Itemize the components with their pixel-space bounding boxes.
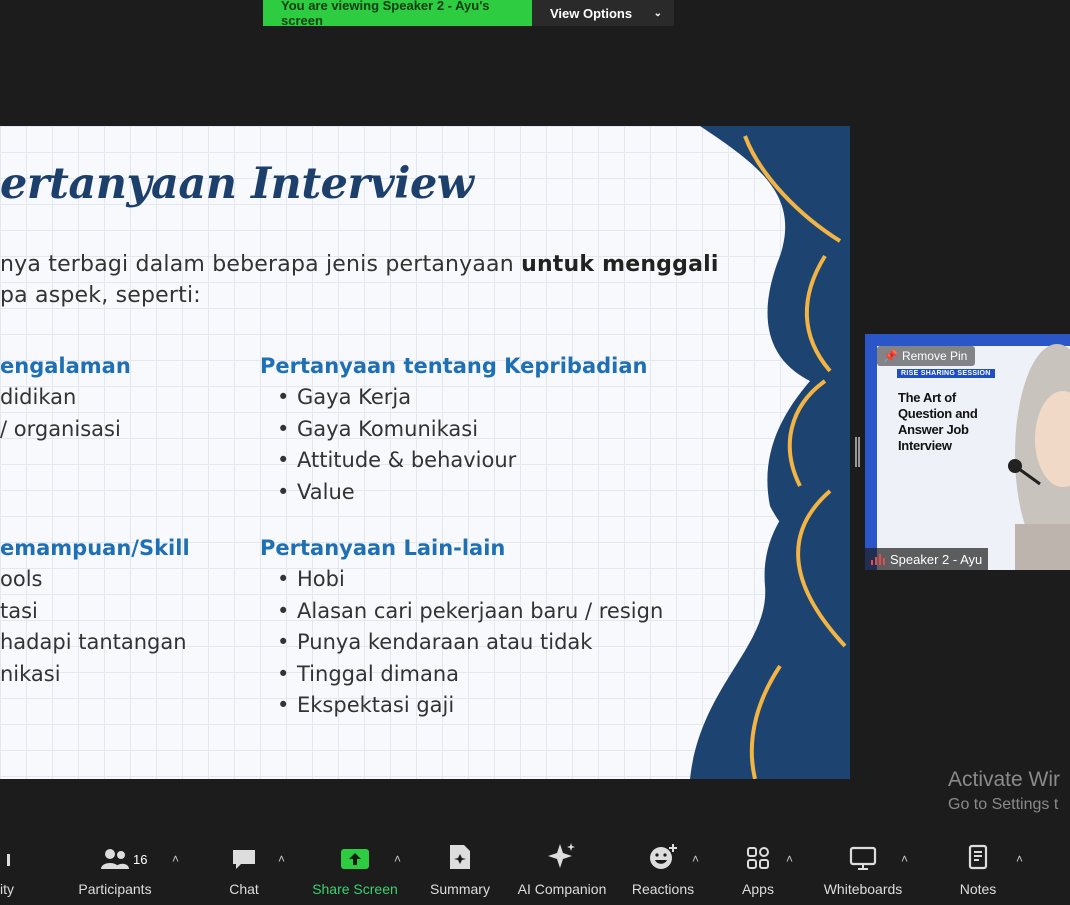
summary-label: Summary bbox=[430, 881, 490, 897]
list-item: nikasi bbox=[0, 661, 61, 686]
list-item: Attitude & behaviour bbox=[277, 445, 516, 477]
session-tag: RISE SHARING SESSION bbox=[897, 369, 995, 378]
apps-icon bbox=[746, 838, 770, 870]
section-title-lain-lain: Pertanyaan Lain-lain bbox=[260, 536, 506, 560]
ai-companion-button[interactable]: AI Companion bbox=[512, 838, 612, 905]
remove-pin-label: Remove Pin bbox=[901, 349, 968, 363]
list-item: Tinggal dimana bbox=[277, 659, 663, 691]
ai-companion-icon bbox=[547, 838, 577, 870]
list-item: Punya kendaraan atau tidak bbox=[277, 627, 663, 659]
toolbar-partial-item[interactable]: ity bbox=[0, 838, 20, 905]
toolbar-partial-label: ity bbox=[0, 881, 14, 897]
viewing-text: You are viewing Speaker 2 - Ayu's screen bbox=[281, 0, 490, 28]
participants-label: Participants bbox=[78, 881, 152, 897]
apps-caret-icon[interactable]: ˄ bbox=[786, 852, 793, 866]
section-list-kemampuan: ools tasi hadapi tantangan nikasi bbox=[0, 564, 187, 690]
reactions-icon bbox=[649, 838, 677, 870]
section-list-pengalaman: didikan / organisasi bbox=[0, 382, 121, 445]
list-item: ools bbox=[0, 567, 43, 591]
chevron-down-icon: ⌄ bbox=[653, 7, 662, 19]
reactions-label: Reactions bbox=[631, 881, 695, 897]
notes-button[interactable]: Notes bbox=[950, 838, 1006, 905]
ai-companion-label: AI Companion bbox=[517, 881, 607, 897]
share-screen-button[interactable]: Share Screen bbox=[310, 838, 400, 905]
share-screen-label: Share Screen bbox=[312, 881, 398, 897]
slide-title: ertanyaan Interview bbox=[0, 159, 474, 209]
list-item: Gaya Kerja bbox=[277, 382, 516, 414]
section-list-lain-lain: Hobi Alasan cari pekerjaan baru / resign… bbox=[277, 564, 663, 722]
intro-text: nya terbagi dalam beberapa jenis pertany… bbox=[0, 252, 522, 277]
watermark-line2: Go to Settings t bbox=[948, 796, 1059, 813]
apps-button[interactable]: Apps bbox=[730, 838, 786, 905]
notes-label: Notes bbox=[959, 881, 997, 897]
list-item: Ekspektasi gaji bbox=[277, 690, 663, 722]
view-options-label: View Options bbox=[550, 5, 633, 21]
remove-pin-button[interactable]: 📌 Remove Pin bbox=[877, 346, 976, 366]
list-item: Hobi bbox=[277, 564, 663, 596]
participant-count: 16 bbox=[133, 852, 148, 867]
share-screen-caret-icon[interactable]: ˄ bbox=[394, 852, 401, 866]
chat-icon bbox=[231, 838, 257, 870]
watermark-line1: Activate Wir bbox=[948, 768, 1061, 791]
participants-caret-icon[interactable]: ˄ bbox=[172, 852, 179, 866]
view-options-button[interactable]: View Options ⌄ bbox=[532, 0, 674, 26]
reactions-button[interactable]: Reactions bbox=[628, 838, 698, 905]
speaker-name: Speaker 2 - Ayu bbox=[890, 551, 983, 567]
summary-icon bbox=[448, 838, 472, 870]
section-title-kemampuan: emampuan/Skill bbox=[0, 536, 190, 560]
notes-caret-icon[interactable]: ˄ bbox=[1016, 852, 1023, 866]
section-list-kepribadian: Gaya Kerja Gaya Komunikasi Attitude & be… bbox=[277, 382, 516, 508]
list-item: Value bbox=[277, 477, 516, 509]
screen-share-banner: You are viewing Speaker 2 - Ayu's screen… bbox=[263, 0, 674, 28]
intro-bold-text: untuk menggali bbox=[521, 252, 719, 277]
whiteboards-icon bbox=[849, 838, 877, 870]
notes-icon bbox=[967, 838, 989, 870]
share-screen-icon bbox=[340, 838, 370, 870]
list-item: didikan bbox=[0, 385, 77, 409]
whiteboards-caret-icon[interactable]: ˄ bbox=[901, 852, 908, 866]
panel-resize-handle[interactable] bbox=[855, 437, 860, 467]
list-item: tasi bbox=[0, 598, 38, 623]
slide-intro: nya terbagi dalam beberapa jenis pertany… bbox=[0, 249, 719, 311]
meeting-toolbar: ity Participants 16 ˄ Chat ˄ Share Scree… bbox=[0, 838, 1070, 905]
summary-button[interactable]: Summary bbox=[425, 838, 495, 905]
section-title-pengalaman: engalaman bbox=[0, 354, 131, 378]
list-item: Alasan cari pekerjaan baru / resign bbox=[277, 596, 663, 628]
list-item: Gaya Komunikasi bbox=[277, 414, 516, 446]
partial-icon bbox=[7, 838, 13, 870]
activation-watermark: Activate Wir Go to Settings t bbox=[948, 768, 1060, 814]
pin-icon: 📌 bbox=[883, 349, 898, 363]
whiteboards-label: Whiteboards bbox=[823, 881, 903, 897]
participants-icon bbox=[100, 838, 130, 870]
chat-button[interactable]: Chat bbox=[215, 838, 273, 905]
chat-caret-icon[interactable]: ˄ bbox=[278, 852, 285, 866]
apps-label: Apps bbox=[742, 881, 774, 897]
list-item: / organisasi bbox=[0, 416, 121, 441]
chat-label: Chat bbox=[229, 881, 259, 897]
participants-button[interactable]: Participants bbox=[72, 838, 158, 905]
session-title: The Art of Question and Answer Job Inter… bbox=[898, 390, 978, 453]
speaker-video-thumbnail[interactable]: 📌 Remove Pin RISE SHARING SESSION The Ar… bbox=[865, 334, 1070, 570]
whiteboards-button[interactable]: Whiteboards bbox=[818, 838, 908, 905]
audio-level-icon bbox=[871, 554, 885, 565]
viewing-indicator: You are viewing Speaker 2 - Ayu's screen bbox=[263, 0, 532, 28]
shared-screen-slide: ertanyaan Interview nya terbagi dalam be… bbox=[0, 126, 850, 779]
list-item: hadapi tantangan bbox=[0, 630, 187, 654]
section-title-kepribadian: Pertanyaan tentang Kepribadian bbox=[260, 354, 648, 378]
reactions-caret-icon[interactable]: ˄ bbox=[692, 852, 699, 866]
speaker-name-label: Speaker 2 - Ayu bbox=[865, 548, 989, 570]
intro-text-line2: pa aspek, seperti: bbox=[0, 283, 201, 308]
